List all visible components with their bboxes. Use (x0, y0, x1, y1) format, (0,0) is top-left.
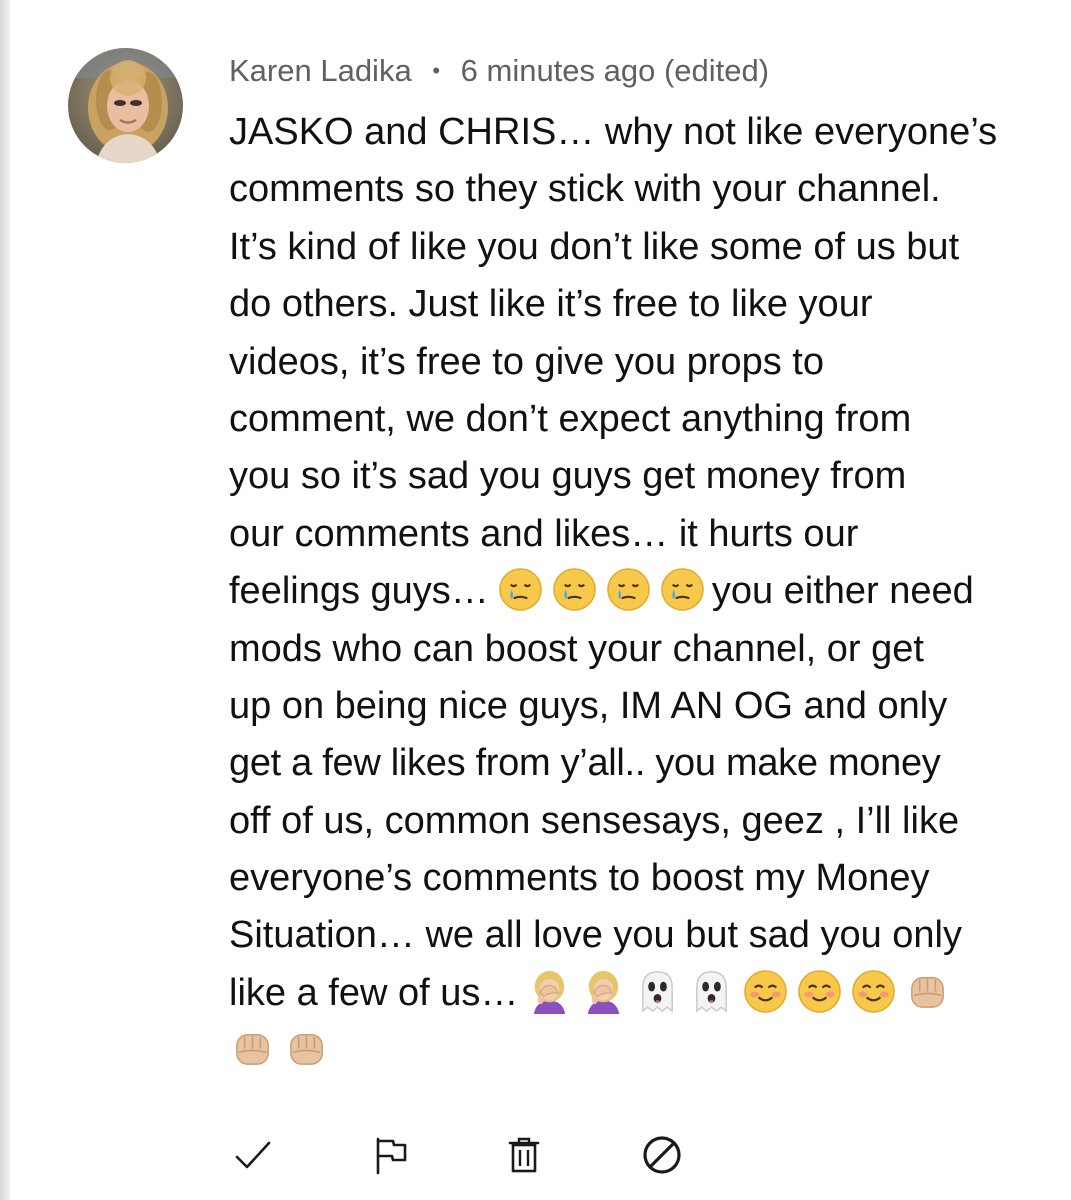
comment-line-with-emoji: like a few of us… (229, 965, 1029, 1022)
timestamp: 6 minutes ago (edited) (460, 53, 770, 88)
comment-line-with-emoji (229, 1022, 1029, 1079)
facepalm-icon (580, 968, 627, 1015)
crying-face-icon (497, 566, 544, 613)
comment-line: do others. Just like it’s free to like y… (229, 283, 873, 326)
comment-text: JASKO and CHRIS… why not like everyone’s… (229, 104, 1029, 1080)
report-button[interactable] (362, 1128, 416, 1182)
author-name[interactable]: Karen Ladika (229, 53, 412, 88)
comment-fragment: feelings guys… (229, 570, 489, 613)
comment-line: get a few likes from y’all.. you make mo… (229, 742, 941, 785)
check-icon (235, 1141, 271, 1169)
crying-face-icon (605, 566, 652, 613)
comment-line: videos, it’s free to give you props to (229, 340, 824, 383)
comment-actions-bar (0, 1120, 1071, 1190)
comment-line: up on being nice guys, IM AN OG and only (229, 684, 948, 727)
delete-button[interactable] (497, 1128, 551, 1182)
comment-line: off of us, common sensesays, geez , I’ll… (229, 799, 960, 842)
facepalm-icon (526, 968, 573, 1015)
approve-button[interactable] (226, 1128, 280, 1182)
fist-bump-icon (904, 968, 951, 1015)
comment-line: JASKO and CHRIS… why not like everyone’s (229, 111, 998, 153)
comment-line: comments so they stick with your channel… (229, 168, 941, 211)
ghost-icon (634, 968, 681, 1015)
comment-screen: Karen Ladika • 6 minutes ago (edited) JA… (0, 0, 1071, 1200)
smiling-face-icon (796, 968, 843, 1015)
comment-line: our comments and likes… it hurts our (229, 512, 859, 555)
avatar[interactable] (68, 48, 183, 163)
flag-icon (376, 1137, 407, 1175)
fist-bump-icon (229, 1025, 276, 1072)
block-icon (643, 1136, 681, 1174)
block-user-button[interactable] (635, 1128, 689, 1182)
comment-line: you so it’s sad you guys get money from (229, 455, 907, 498)
crying-face-icon (659, 566, 706, 613)
trash-icon (508, 1137, 540, 1173)
comment-header: Karen Ladika • 6 minutes ago (edited) (229, 51, 769, 91)
comment-fragment: like a few of us… (229, 971, 519, 1014)
comment-fragment: you either need (711, 570, 974, 613)
smiling-face-icon (742, 968, 789, 1015)
comment-line: everyone’s comments to boost my Money (229, 857, 930, 900)
end-emoji-row (526, 968, 951, 1015)
separator-dot: • (432, 58, 441, 83)
tears-emoji-row (497, 566, 706, 613)
smiling-face-icon (850, 968, 897, 1015)
fist-bump-icon (283, 1025, 330, 1072)
end-emoji-row-2 (229, 1025, 330, 1072)
ghost-icon (688, 968, 735, 1015)
comment-line: comment, we don’t expect anything from (229, 397, 912, 440)
comment-line: mods who can boost your channel, or get (229, 627, 924, 670)
comment-line: Situation… we all love you but sad you o… (229, 914, 962, 957)
left-edge-shadow (0, 0, 10, 1200)
comment-line-with-emoji: feelings guys… you either need (229, 563, 1029, 620)
comment-line: It’s kind of like you don’t like some of… (229, 225, 960, 268)
crying-face-icon (551, 566, 598, 613)
